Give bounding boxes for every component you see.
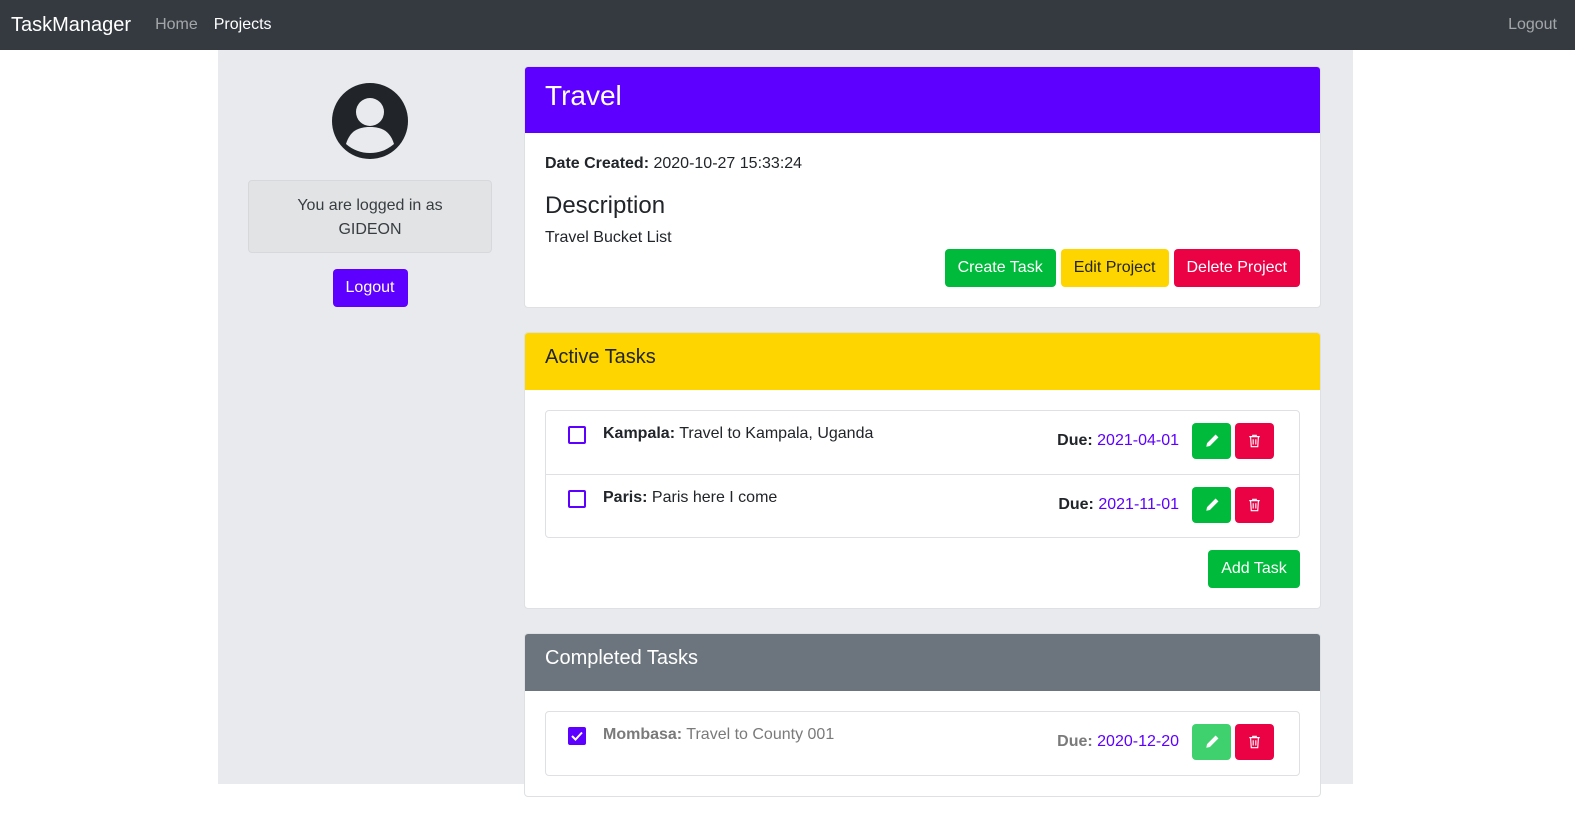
task-row: Paris: Paris here I come Due: 2021-11-01 [546, 474, 1299, 537]
edit-task-button[interactable] [1192, 423, 1231, 459]
due-date: 2021-11-01 [1098, 496, 1179, 513]
nav-projects-link[interactable]: Projects [214, 16, 272, 34]
edit-task-button[interactable] [1192, 487, 1231, 523]
task-text: Kampala: Travel to Kampala, Uganda [603, 425, 1057, 443]
main-panel: Travel Date Created: 2020-10-27 15:33:24… [524, 66, 1321, 821]
pencil-icon [1205, 498, 1218, 511]
trash-icon [1249, 498, 1260, 512]
task-description: Travel to County 001 [686, 726, 835, 743]
date-created-value: 2020-10-27 15:33:24 [653, 155, 803, 172]
task-description: Paris here I come [651, 489, 778, 506]
project-header: Travel [525, 67, 1320, 133]
trash-icon [1249, 434, 1260, 448]
due-label: Due: [1057, 733, 1093, 750]
task-name: Mombasa: [603, 726, 683, 743]
delete-task-button[interactable] [1235, 487, 1274, 523]
task-checkbox[interactable] [568, 490, 586, 508]
active-task-list: Kampala: Travel to Kampala, Uganda Due: … [545, 410, 1300, 538]
completed-tasks-card: Completed Tasks Mombasa: Travel to Count… [524, 633, 1321, 797]
edit-task-button[interactable] [1192, 724, 1231, 760]
edit-project-button[interactable]: Edit Project [1060, 249, 1169, 287]
due-label: Due: [1058, 496, 1094, 513]
description-heading: Description [545, 192, 666, 219]
task-row: Kampala: Travel to Kampala, Uganda Due: … [546, 411, 1299, 474]
task-text: Mombasa: Travel to County 001 [603, 726, 1057, 744]
active-tasks-header: Active Tasks [525, 333, 1320, 390]
task-text: Paris: Paris here I come [603, 489, 1058, 507]
top-navbar: TaskManager Home Projects Logout [0, 0, 1575, 50]
task-due: Due: 2021-11-01 [1058, 496, 1179, 514]
add-task-row: Add Task [545, 550, 1300, 588]
project-title: Travel [545, 80, 622, 111]
create-task-button[interactable]: Create Task [944, 249, 1056, 287]
project-card: Travel Date Created: 2020-10-27 15:33:24… [524, 66, 1321, 308]
user-circle-icon [332, 83, 408, 159]
task-row: Mombasa: Travel to County 001 Due: 2020-… [546, 712, 1299, 775]
delete-task-button[interactable] [1235, 724, 1274, 760]
completed-tasks-header: Completed Tasks [525, 634, 1320, 691]
completed-tasks-body: Mombasa: Travel to County 001 Due: 2020-… [525, 691, 1320, 796]
task-description: Travel to Kampala, Uganda [679, 425, 874, 442]
nav-logout-link[interactable]: Logout [1508, 16, 1557, 34]
date-created-row: Date Created: 2020-10-27 15:33:24 [545, 155, 1300, 173]
trash-icon [1249, 735, 1260, 749]
checkmark-icon [571, 731, 583, 741]
delete-task-button[interactable] [1235, 423, 1274, 459]
login-username: GIDEON [338, 221, 402, 238]
content-container: You are logged in as GIDEON Logout Trave… [218, 50, 1353, 797]
add-task-button[interactable]: Add Task [1208, 550, 1300, 588]
pencil-icon [1205, 735, 1218, 748]
completed-task-list: Mombasa: Travel to County 001 Due: 2020-… [545, 711, 1300, 776]
pencil-icon [1205, 434, 1218, 447]
task-checkbox[interactable] [568, 426, 586, 444]
project-body: Date Created: 2020-10-27 15:33:24 Descri… [525, 133, 1320, 307]
date-created-label: Date Created: [545, 155, 650, 172]
brand-logo[interactable]: TaskManager [11, 14, 131, 37]
task-due: Due: 2021-04-01 [1057, 432, 1179, 450]
project-actions: Create Task Edit Project Delete Project [545, 249, 1300, 287]
active-tasks-card: Active Tasks Kampala: Travel to Kampala,… [524, 332, 1321, 609]
login-status-box: You are logged in as GIDEON [248, 180, 492, 253]
due-date: 2020-12-20 [1097, 733, 1179, 750]
nav-home-link[interactable]: Home [155, 16, 198, 34]
task-name: Kampala: [603, 425, 676, 442]
login-status-text: You are logged in as [297, 197, 443, 214]
due-label: Due: [1057, 432, 1093, 449]
active-tasks-body: Kampala: Travel to Kampala, Uganda Due: … [525, 390, 1320, 608]
sidebar: You are logged in as GIDEON Logout [248, 50, 492, 307]
due-date: 2021-04-01 [1097, 432, 1179, 449]
description-text: Travel Bucket List [545, 229, 672, 246]
task-due: Due: 2020-12-20 [1057, 733, 1179, 751]
task-checkbox[interactable] [568, 727, 586, 745]
task-name: Paris: [603, 489, 648, 506]
delete-project-button[interactable]: Delete Project [1173, 249, 1300, 287]
sidebar-logout-button[interactable]: Logout [332, 269, 408, 307]
